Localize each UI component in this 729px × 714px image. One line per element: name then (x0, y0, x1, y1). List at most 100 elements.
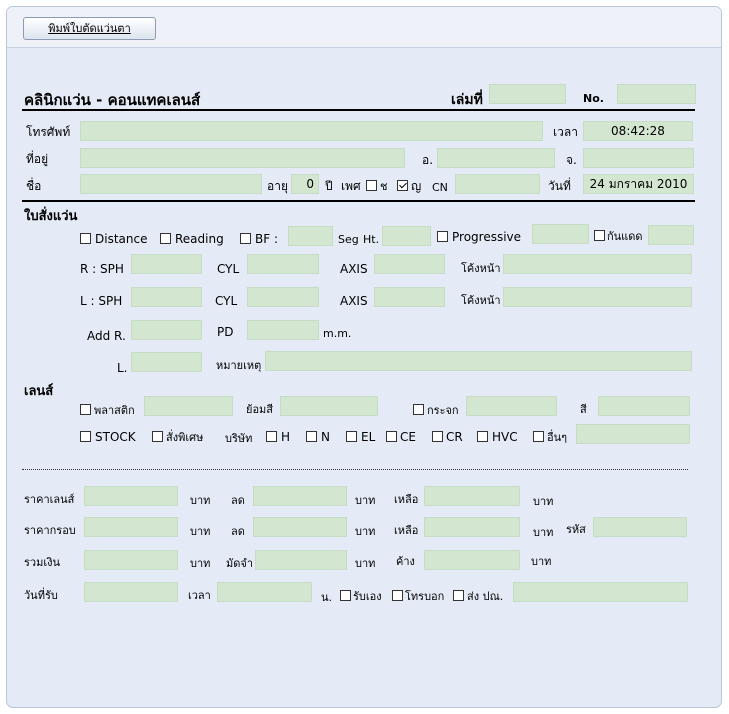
progressive-field[interactable] (532, 224, 589, 244)
lens-remain-field[interactable] (424, 486, 520, 506)
bf-label: BF : (255, 232, 278, 246)
deposit-field[interactable] (255, 550, 347, 570)
date-field[interactable]: 24 มกราคม 2010 (583, 174, 694, 194)
special-order-label: สั่งพิเศษ (166, 431, 204, 444)
book-number-field[interactable] (489, 84, 566, 104)
self-pickup-checkbox[interactable] (340, 590, 351, 601)
frame-price-label: ราคากรอบ (24, 524, 76, 537)
cr-label: CR (446, 430, 463, 444)
frame-discount-field[interactable] (253, 517, 347, 537)
age-field[interactable]: 0 (291, 174, 319, 194)
note-label: หมายเหตุ (216, 359, 262, 372)
ce-label: CE (400, 430, 416, 444)
add-l-label: L. (117, 361, 128, 375)
lens-discount-field[interactable] (253, 486, 347, 506)
add-l-field[interactable] (131, 352, 202, 372)
owe-field[interactable] (424, 550, 520, 570)
code-field[interactable] (593, 517, 687, 537)
pickup-date-field[interactable] (84, 582, 178, 602)
total-baht-label: บาท (190, 557, 211, 570)
pd-field[interactable] (247, 320, 319, 340)
note-field[interactable] (265, 351, 692, 371)
frame-price-field[interactable] (84, 517, 178, 537)
special-order-checkbox[interactable] (152, 431, 163, 442)
district-field[interactable] (437, 148, 555, 168)
mail-field[interactable] (513, 582, 688, 602)
lens-price-field[interactable] (84, 486, 178, 506)
pd-label: PD (217, 325, 234, 339)
phone-notify-checkbox[interactable] (392, 590, 403, 601)
province-field[interactable] (583, 148, 694, 168)
mm-label: m.m. (323, 327, 352, 340)
antiglare-field[interactable] (648, 225, 694, 245)
payment-divider (22, 469, 688, 470)
el-checkbox[interactable] (346, 431, 357, 442)
h-checkbox[interactable] (266, 431, 277, 442)
pickup-time-field[interactable] (217, 582, 312, 602)
no-field[interactable] (617, 84, 696, 104)
address-field[interactable] (80, 148, 405, 168)
age-label: อายุ (267, 179, 288, 193)
bf-checkbox[interactable] (240, 233, 251, 244)
hvc-label: HVC (492, 430, 518, 444)
l-sph-field[interactable] (131, 287, 202, 307)
l-axis-field[interactable] (374, 287, 445, 307)
cr-checkbox[interactable] (432, 431, 443, 442)
other-checkbox[interactable] (533, 431, 544, 442)
l-front-curve-field[interactable] (503, 287, 692, 307)
total-field[interactable] (84, 550, 178, 570)
glass-field[interactable] (466, 396, 557, 416)
phone-field[interactable] (80, 121, 543, 141)
glass-checkbox[interactable] (413, 404, 424, 415)
time-field[interactable]: 08:42:28 (583, 121, 693, 141)
name-field[interactable] (80, 174, 262, 194)
ht-field[interactable] (382, 226, 431, 246)
other-field[interactable] (576, 424, 690, 444)
lens-remain-label: เหลือ (394, 493, 419, 506)
cn-field[interactable] (455, 174, 540, 194)
r-axis-field[interactable] (374, 254, 445, 274)
lens-discount-baht-label: บาท (355, 494, 376, 507)
tint-field[interactable] (280, 396, 378, 416)
r-axis-label: AXIS (340, 262, 368, 276)
frame-remain-field[interactable] (424, 517, 520, 537)
el-label: EL (361, 430, 376, 444)
district-label: อ. (422, 153, 434, 167)
n-checkbox[interactable] (306, 431, 317, 442)
cn-label: CN (432, 181, 448, 194)
deposit-label: มัดจำ (226, 557, 254, 570)
r-front-curve-label: โค้งหน้า (461, 262, 501, 275)
progressive-checkbox[interactable] (437, 231, 448, 242)
plastic-checkbox[interactable] (80, 404, 91, 415)
lens-section-label: เลนส์ (24, 384, 54, 399)
antiglare-checkbox[interactable] (594, 230, 605, 241)
no-label: No. (583, 92, 604, 105)
mail-checkbox[interactable] (453, 590, 464, 601)
frame-remain-label: เหลือ (394, 524, 419, 537)
print-glasses-order-button[interactable]: พิมพ์ใบตัดแว่นตา (23, 17, 156, 40)
l-sph-label: L : SPH (80, 294, 123, 308)
r-sph-field[interactable] (131, 254, 202, 274)
plastic-field[interactable] (144, 396, 233, 416)
mail-label: ส่ง ปณ. (467, 590, 504, 603)
lens-price-label: ราคาเลนส์ (24, 493, 75, 506)
male-checkbox[interactable] (366, 180, 377, 191)
stock-checkbox[interactable] (80, 431, 91, 442)
bf-field[interactable] (288, 226, 333, 246)
distance-checkbox[interactable] (80, 233, 91, 244)
lens-discount-label: ลด (231, 494, 245, 507)
l-cyl-label: CYL (215, 294, 238, 308)
ce-checkbox[interactable] (386, 431, 397, 442)
header-divider (22, 109, 695, 111)
color-field[interactable] (598, 396, 690, 416)
address-label: ที่อยู่ (26, 152, 49, 166)
prescription-section-label: ใบสั่งแว่น (24, 209, 78, 224)
reading-checkbox[interactable] (160, 233, 171, 244)
r-cyl-field[interactable] (247, 254, 319, 274)
hvc-checkbox[interactable] (477, 431, 488, 442)
r-front-curve-field[interactable] (503, 254, 692, 274)
add-r-label: Add R. (87, 329, 126, 343)
female-checkbox[interactable] (397, 180, 408, 191)
add-r-field[interactable] (131, 320, 202, 340)
l-cyl-field[interactable] (247, 287, 319, 307)
